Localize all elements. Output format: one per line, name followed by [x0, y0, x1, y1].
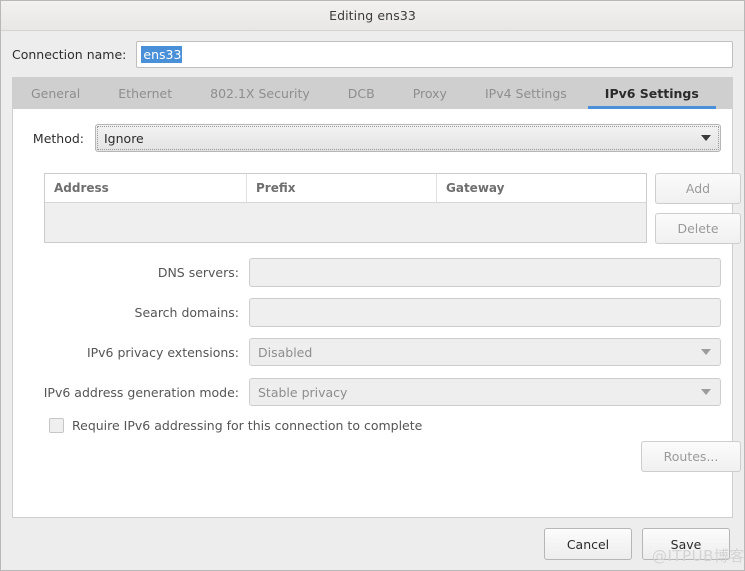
routes-label: Routes... [663, 449, 719, 464]
window-title: Editing ens33 [329, 8, 416, 23]
address-generation-mode-value: Stable privacy [258, 384, 348, 400]
dns-servers-input[interactable] [249, 257, 721, 287]
require-ipv6-label: Require IPv6 addressing for this connect… [72, 417, 423, 433]
tab-ipv6-settings[interactable]: IPv6 Settings [586, 77, 718, 109]
chevron-down-icon [701, 135, 711, 141]
method-row: Method: Ignore [13, 123, 732, 153]
dns-servers-label: DNS servers: [157, 264, 239, 280]
delete-address-label: Delete [677, 221, 719, 236]
dns-servers-row: DNS servers: [13, 257, 732, 287]
address-table-body[interactable] [45, 203, 646, 242]
routes-button[interactable]: Routes... [641, 441, 741, 472]
tab-8021x-security[interactable]: 802.1X Security [191, 77, 329, 109]
tab-ethernet[interactable]: Ethernet [99, 77, 191, 109]
tab-8021x-security-label: 802.1X Security [210, 85, 310, 101]
tab-general[interactable]: General [12, 77, 99, 109]
tab-ethernet-label: Ethernet [118, 85, 173, 101]
search-domains-row: Search domains: [13, 297, 732, 327]
chevron-down-icon [701, 389, 711, 395]
cancel-label: Cancel [566, 536, 610, 552]
dialog-action-bar: Cancel Save [1, 518, 744, 570]
require-ipv6-row[interactable]: Require IPv6 addressing for this connect… [13, 411, 422, 439]
tab-dcb[interactable]: DCB [329, 77, 394, 109]
address-generation-mode-label: IPv6 address generation mode: [43, 384, 239, 400]
connection-name-row: Connection name: ens33 [1, 31, 744, 77]
privacy-extensions-label: IPv6 privacy extensions: [86, 344, 239, 360]
tab-general-label: General [31, 85, 81, 101]
ipv6-settings-panel: Method: Ignore Address Prefix Gateway Ad… [12, 109, 741, 518]
title-bar: Editing ens33 [1, 1, 744, 31]
address-table[interactable]: Address Prefix Gateway [44, 173, 647, 243]
address-generation-mode-row: IPv6 address generation mode: Stable pri… [13, 377, 732, 407]
column-header-address: Address [45, 174, 247, 202]
connection-name-label: Connection name: [12, 46, 127, 62]
privacy-extensions-dropdown[interactable]: Disabled [249, 338, 721, 366]
add-address-button[interactable]: Add [655, 173, 741, 204]
method-dropdown[interactable]: Ignore [95, 124, 721, 152]
search-domains-input[interactable] [249, 297, 721, 327]
settings-tabs: General Ethernet 802.1X Security DCB Pro… [12, 77, 733, 109]
address-generation-mode-dropdown[interactable]: Stable privacy [249, 378, 721, 406]
tab-dcb-label: DCB [347, 85, 375, 101]
method-label: Method: [32, 130, 84, 146]
add-address-label: Add [685, 181, 711, 196]
cancel-button[interactable]: Cancel [544, 528, 632, 560]
tab-ipv4-settings-label: IPv4 Settings [484, 85, 567, 101]
tab-proxy-label: Proxy [412, 85, 447, 101]
tab-ipv6-settings-label: IPv6 Settings [604, 85, 699, 101]
column-header-gateway: Gateway [446, 181, 505, 195]
privacy-extensions-value: Disabled [258, 344, 313, 360]
connection-name-value: ens33 [141, 45, 183, 63]
require-ipv6-checkbox[interactable] [49, 417, 64, 433]
tab-proxy[interactable]: Proxy [394, 77, 466, 109]
chevron-down-icon [701, 349, 711, 355]
method-value: Ignore [104, 130, 144, 146]
address-table-header: Address Prefix Gateway [45, 174, 646, 203]
save-label: Save [670, 536, 702, 552]
search-domains-label: Search domains: [134, 304, 239, 320]
editing-connection-dialog: Editing ens33 Connection name: ens33 Gen… [0, 0, 745, 571]
tab-ipv4-settings[interactable]: IPv4 Settings [466, 77, 586, 109]
column-header-prefix: Prefix [247, 174, 437, 202]
save-button[interactable]: Save [642, 528, 730, 560]
connection-name-input[interactable]: ens33 [136, 40, 733, 68]
privacy-extensions-row: IPv6 privacy extensions: Disabled [13, 337, 732, 367]
delete-address-button[interactable]: Delete [655, 213, 741, 244]
